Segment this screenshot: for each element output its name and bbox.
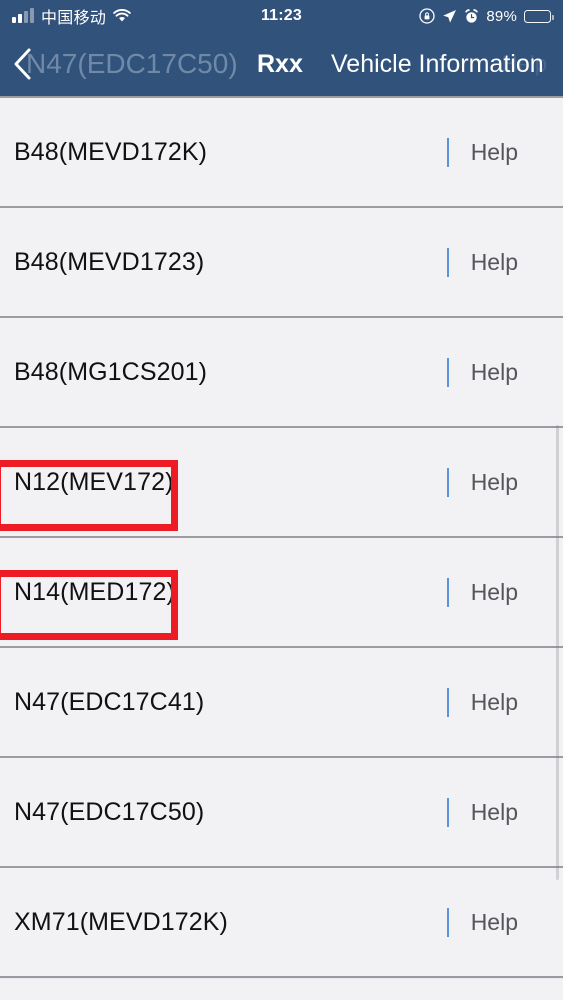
help-button[interactable]: Help bbox=[471, 579, 518, 606]
page-title: Vehicle Information bbox=[331, 50, 544, 78]
list-item-label: XM71(MEVD172K) bbox=[14, 907, 228, 936]
list-item-help-group[interactable]: Help bbox=[446, 467, 549, 497]
list-item-help-group[interactable]: Help bbox=[446, 137, 549, 167]
list-item-label: N47(EDC17C41) bbox=[14, 687, 205, 716]
list-item[interactable]: N47(EDC17C50) Help bbox=[0, 758, 563, 866]
previous-screen-title: Rxx bbox=[257, 50, 303, 78]
list-item-help-group[interactable]: Help bbox=[446, 797, 549, 827]
signal-bars-icon bbox=[12, 8, 34, 23]
wifi-icon bbox=[113, 9, 131, 23]
help-divider bbox=[446, 357, 449, 387]
list-item[interactable]: XM71(MEVD172K) Help bbox=[0, 868, 563, 976]
list-item-label: B48(MG1CS201) bbox=[14, 357, 208, 386]
help-button[interactable]: Help bbox=[471, 909, 518, 936]
alarm-clock-icon bbox=[464, 8, 479, 24]
list-item[interactable]: N47(EDC17C41) Help bbox=[0, 648, 563, 756]
navigation-bar: N47(EDC17C50) Rxx Vehicle Information He… bbox=[0, 32, 563, 96]
battery-percent-label: 89% bbox=[486, 7, 517, 25]
help-button[interactable]: Help bbox=[471, 249, 518, 276]
list-item[interactable]: B48(MEVD172K) Help bbox=[0, 98, 563, 206]
help-button[interactable]: Help bbox=[471, 689, 518, 716]
rotation-lock-icon bbox=[419, 8, 436, 24]
chevron-left-icon bbox=[8, 44, 36, 84]
status-bar-right: 89% bbox=[419, 7, 554, 25]
list-item[interactable]: B48(MEVD1723) Help bbox=[0, 208, 563, 316]
help-button[interactable]: Help bbox=[471, 799, 518, 826]
back-title-ghost: N47(EDC17C50) bbox=[26, 48, 238, 79]
help-divider bbox=[446, 467, 449, 497]
list-item-label: B48(MEVD172K) bbox=[14, 137, 208, 166]
help-divider bbox=[446, 797, 449, 827]
help-divider bbox=[446, 907, 449, 937]
battery-icon bbox=[524, 9, 554, 23]
carrier-label: 中国移动 bbox=[41, 10, 107, 27]
help-button[interactable]: Help bbox=[471, 469, 518, 496]
list-item-help-group[interactable]: Help bbox=[446, 687, 549, 717]
list-item-help-group[interactable]: Help bbox=[446, 247, 549, 277]
help-button[interactable]: Help bbox=[471, 359, 518, 386]
list-item-help-group[interactable]: Help bbox=[446, 577, 549, 607]
list-item-help-group[interactable]: Help bbox=[446, 907, 549, 937]
list-item[interactable]: N12(MEV172) Help bbox=[0, 428, 563, 536]
help-divider bbox=[446, 247, 449, 277]
list-item-help-group[interactable]: Help bbox=[446, 357, 549, 387]
list-item[interactable]: N14(MED172) Help bbox=[0, 538, 563, 646]
help-divider bbox=[446, 577, 449, 607]
scrollbar-thumb[interactable] bbox=[556, 425, 559, 880]
list-item-label: N47(EDC17C50) bbox=[14, 797, 205, 826]
list-item-label: B48(MEVD1723) bbox=[14, 247, 205, 276]
row-separator bbox=[0, 976, 563, 978]
location-arrow-icon bbox=[442, 9, 457, 24]
status-bar-left: 中国移动 bbox=[12, 4, 131, 28]
status-bar: 中国移动 11:23 89% bbox=[0, 0, 563, 32]
list-item-label: N14(MED172) bbox=[14, 577, 175, 606]
help-divider bbox=[446, 137, 449, 167]
help-divider bbox=[446, 687, 449, 717]
help-button[interactable]: Help bbox=[471, 139, 518, 166]
list-item-label: N12(MEV172) bbox=[14, 467, 174, 496]
list-item[interactable]: B48(MG1CS201) Help bbox=[0, 318, 563, 426]
ecu-list[interactable]: B48(MEVD172K) Help B48(MEVD1723) Help B48(MG… bbox=[0, 96, 563, 1000]
back-button[interactable] bbox=[0, 32, 36, 96]
